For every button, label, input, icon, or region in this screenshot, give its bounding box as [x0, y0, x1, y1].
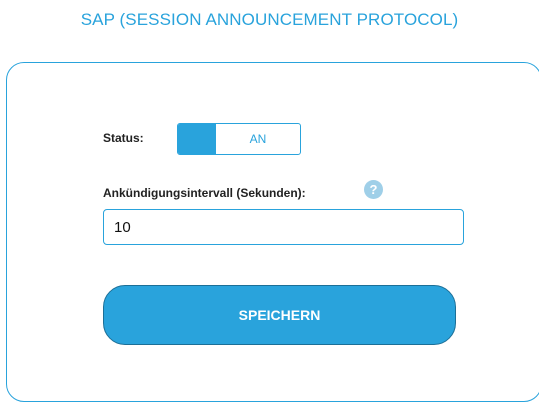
- toggle-knob: [178, 124, 216, 154]
- status-label: Status:: [103, 131, 144, 145]
- page-title: SAP (SESSION ANNOUNCEMENT PROTOCOL): [80, 10, 459, 29]
- status-toggle-value: AN: [249, 132, 267, 146]
- help-icon[interactable]: ?: [364, 180, 383, 199]
- interval-input[interactable]: [103, 209, 464, 245]
- interval-label: Ankündigungsintervall (Sekunden):: [103, 186, 306, 200]
- status-toggle[interactable]: AN: [177, 123, 301, 155]
- save-button[interactable]: SPEICHERN: [103, 285, 456, 345]
